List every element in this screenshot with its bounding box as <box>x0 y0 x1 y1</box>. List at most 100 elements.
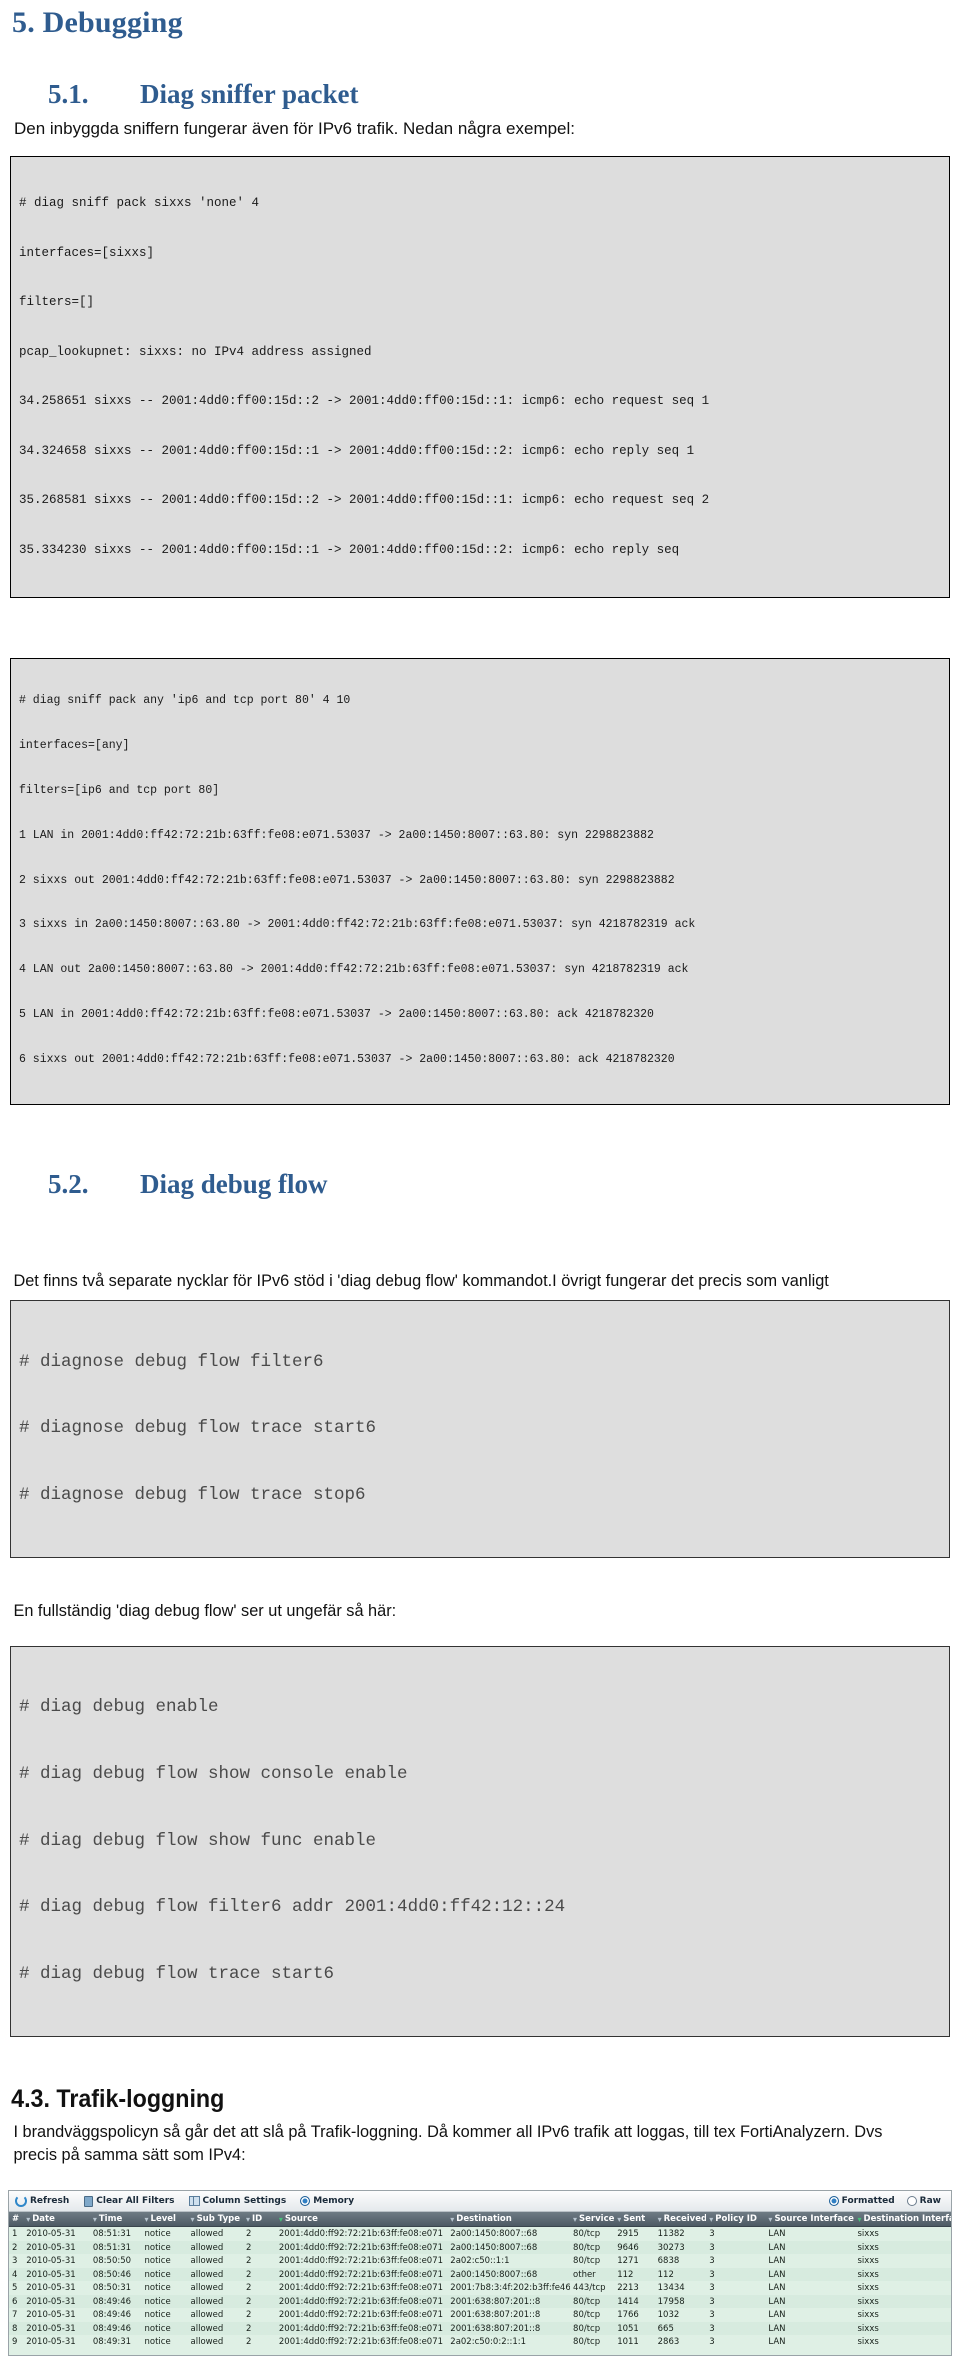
column-header-id[interactable]: ▾ ID <box>243 2214 276 2224</box>
memory-radio-icon <box>300 2196 311 2207</box>
code-block-full-debug-flow: # diag debug enable # diag debug flow sh… <box>10 1646 950 2037</box>
formatted-label: Formatted <box>841 2196 895 2207</box>
cell-destination: 2a00:1450:8007::68 <box>450 2229 538 2240</box>
cell-num: 3 <box>12 2256 18 2267</box>
code-line: 35.334230 sixxs -- 2001:4dd0:ff00:15d::1… <box>19 542 680 557</box>
filter-icon[interactable]: ▾ <box>26 2215 30 2224</box>
code-line: filters=[] <box>19 295 95 310</box>
cell-date: 2010-05-31 <box>26 2323 76 2334</box>
cell-policy-id: 3 <box>709 2269 715 2280</box>
cell-destination-interface: sixxs <box>857 2337 879 2348</box>
table-row[interactable]: 8 2010-05-31 08:49:46 notice allowed 2 2001:4d… <box>9 2321 951 2336</box>
raw-radio[interactable]: Raw <box>906 2196 941 2207</box>
filter-icon[interactable]: ▾ <box>768 2215 772 2224</box>
cell-source: 2001:4dd0:ff92:72:21b:63ff:fe08:e071 <box>278 2256 444 2267</box>
cell-num: 8 <box>12 2323 18 2334</box>
refresh-label: Refresh <box>30 2196 70 2207</box>
filter-active-icon[interactable]: ▾ <box>858 2215 862 2224</box>
trash-icon <box>84 2195 94 2207</box>
memory-label: Memory <box>313 2196 355 2207</box>
cell-source-interface: LAN <box>768 2337 786 2348</box>
code-line: # diagnose debug flow trace stop6 <box>19 1484 366 1505</box>
cell-policy-id: 3 <box>709 2323 715 2334</box>
cell-service: 80/tcp <box>573 2229 601 2240</box>
code-line: interfaces=[any] <box>19 739 130 753</box>
column-header-number[interactable]: # <box>9 2214 23 2224</box>
column-header-label: Service <box>579 2214 615 2225</box>
column-header-source[interactable]: ▾ Source <box>276 2214 447 2224</box>
filter-icon[interactable]: ▾ <box>191 2215 195 2224</box>
cell-service: 80/tcp <box>573 2242 601 2253</box>
table-row[interactable]: 7 2010-05-31 08:49:46 notice allowed 2 2001:4d… <box>9 2308 951 2322</box>
table-row[interactable]: 4 2010-05-31 08:50:46 notice allowed 2 2001:4d… <box>9 2267 951 2282</box>
column-header-date[interactable]: ▾ Date <box>23 2214 90 2224</box>
refresh-button[interactable]: Refresh <box>15 2195 70 2208</box>
cell-subtype: allowed <box>190 2337 224 2348</box>
column-header-label: Sent <box>623 2214 646 2225</box>
code-line: 6 sixxs out 2001:4dd0:ff42:72:21b:63ff:f… <box>19 1052 675 1066</box>
column-header-source-interface[interactable]: ▾ Source Interface <box>765 2214 854 2224</box>
column-settings-button[interactable]: Column Settings <box>188 2196 286 2207</box>
document-page: 5. Debugging 5.1. Diag sniffer packet Den… <box>0 0 960 2356</box>
column-header-sent[interactable]: ▾ Sent <box>614 2214 654 2224</box>
cell-received: 665 <box>657 2323 674 2334</box>
cell-source: 2001:4dd0:ff92:72:21b:63ff:fe08:e071 <box>278 2296 444 2307</box>
cell-service: other <box>573 2269 596 2280</box>
memory-button[interactable]: Memory <box>300 2196 355 2207</box>
column-header-received[interactable]: ▾ Received <box>655 2214 707 2224</box>
filter-icon[interactable]: ▾ <box>450 2215 454 2224</box>
filter-icon[interactable]: ▾ <box>145 2215 149 2224</box>
cell-destination: 2a02:c50::1:1 <box>450 2256 510 2267</box>
filter-icon[interactable]: ▾ <box>246 2215 250 2224</box>
table-row[interactable]: 9 2010-05-31 08:49:31 notice allowed 2 2001:4d… <box>9 2335 951 2349</box>
column-header-service[interactable]: ▾ Service <box>570 2214 614 2224</box>
code-line: # diagnose debug flow filter6 <box>19 1351 324 1372</box>
cell-num: 6 <box>12 2296 18 2307</box>
cell-source: 2001:4dd0:ff92:72:21b:63ff:fe08:e071 <box>278 2242 444 2253</box>
cell-source: 2001:4dd0:ff92:72:21b:63ff:fe08:e071 <box>278 2283 444 2294</box>
formatted-radio[interactable]: Formatted <box>828 2196 895 2207</box>
cell-level: notice <box>144 2229 171 2240</box>
table-row[interactable]: 5 2010-05-31 08:50:31 notice allowed 2 2001:4d… <box>9 2281 951 2295</box>
cell-destination-interface: sixxs <box>857 2269 879 2280</box>
table-row[interactable]: 1 2010-05-31 08:51:31 notice allowed 2 2001:4d… <box>9 2227 951 2241</box>
column-header-label: Level <box>150 2214 176 2225</box>
filter-icon[interactable]: ▾ <box>617 2215 621 2224</box>
cell-source: 2001:4dd0:ff92:72:21b:63ff:fe08:e071 <box>278 2323 444 2334</box>
filter-active-icon[interactable]: ▾ <box>279 2215 283 2224</box>
clear-all-filters-button[interactable]: Clear All Filters <box>83 2195 175 2207</box>
cell-destination-interface: sixxs <box>857 2323 879 2334</box>
cell-source-interface: LAN <box>768 2310 786 2321</box>
code-line: 2 sixxs out 2001:4dd0:ff42:72:21b:63ff:f… <box>19 873 675 887</box>
column-header-policy-id[interactable]: ▾ Policy ID <box>706 2214 765 2224</box>
table-row[interactable]: 2 2010-05-31 08:51:31 notice allowed 2 2001:4d… <box>9 2240 951 2255</box>
filter-icon[interactable]: ▾ <box>658 2215 662 2224</box>
column-header-label: Destination <box>456 2214 512 2225</box>
table-row[interactable]: 3 2010-05-31 08:50:50 notice allowed 2 2001:4d… <box>9 2254 951 2268</box>
cell-received: 13434 <box>657 2283 685 2294</box>
column-header-destination[interactable]: ▾ Destination <box>447 2214 570 2224</box>
paragraph-trafik-loggning: I brandväggspolicyn så går det att slå p… <box>13 2122 883 2164</box>
cell-service: 80/tcp <box>573 2323 601 2334</box>
cell-source-interface: LAN <box>768 2242 786 2253</box>
column-header-level[interactable]: ▾ Level <box>142 2214 188 2224</box>
cell-received: 112 <box>657 2269 674 2280</box>
column-header-time[interactable]: ▾ Time <box>90 2214 142 2224</box>
table-row[interactable]: 6 2010-05-31 08:49:46 notice allowed 2 2001:4d… <box>9 2294 951 2309</box>
cell-subtype: allowed <box>190 2229 224 2240</box>
cell-num: 5 <box>12 2283 18 2294</box>
raw-label: Raw <box>919 2196 941 2207</box>
filter-icon[interactable]: ▾ <box>573 2215 577 2224</box>
cell-policy-id: 3 <box>709 2337 715 2348</box>
column-header-label: Sub Type <box>196 2214 240 2225</box>
filter-icon[interactable]: ▾ <box>93 2215 97 2224</box>
cell-source: 2001:4dd0:ff92:72:21b:63ff:fe08:e071 <box>278 2310 444 2321</box>
cell-level: notice <box>144 2283 171 2294</box>
view-mode-group: Formatted Raw <box>828 2196 941 2207</box>
column-header-label: Source <box>284 2214 318 2225</box>
column-header-destination-interface[interactable]: ▾Destination Interface <box>855 2214 952 2224</box>
cell-service: 80/tcp <box>573 2296 601 2307</box>
subsection-number: 5.2. <box>48 1168 89 1199</box>
column-header-sub-type[interactable]: ▾ Sub Type <box>188 2214 243 2224</box>
filter-icon[interactable]: ▾ <box>709 2215 713 2224</box>
